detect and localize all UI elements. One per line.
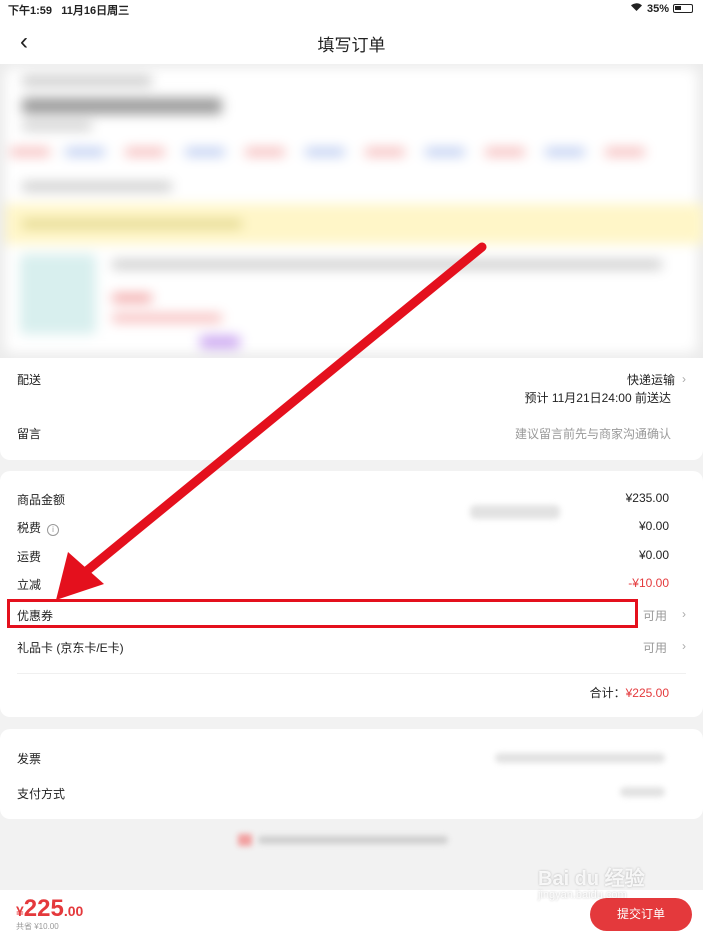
blurred-agreement: [238, 834, 448, 846]
shipping-label: 运费: [17, 550, 42, 564]
highlight-box: [7, 599, 638, 628]
status-time: 下午1:59 11月16日周三: [8, 2, 129, 18]
payment-method-label: 支付方式: [17, 787, 66, 801]
battery-icon: [673, 4, 693, 13]
saved-amount: 共省 ¥10.00: [16, 922, 59, 931]
wifi-icon: [630, 2, 643, 15]
final-price: ¥225.00: [16, 895, 83, 923]
price-decimal: .00: [63, 903, 84, 919]
goods-amount-label: 商品金额: [17, 493, 66, 507]
note-input[interactable]: 建议留言前先与商家沟通确认: [515, 425, 671, 442]
invoice-label: 发票: [17, 752, 42, 766]
blurred-product-section: [0, 64, 703, 358]
watermark-url: jingyan.baidu.com: [538, 889, 627, 901]
price-summary-card: 商品金额 ¥235.00 税费 i ¥0.00 运费 ¥0.00 立减 -¥10.…: [0, 471, 703, 717]
chevron-right-icon[interactable]: ›: [682, 639, 686, 653]
discount-value: -¥10.00: [628, 576, 669, 590]
status-time-text: 下午1:59: [8, 5, 53, 17]
nav-bar: ‹ 填写订单: [0, 18, 703, 64]
shipping-value: ¥0.00: [638, 548, 669, 562]
chevron-right-icon[interactable]: ›: [682, 372, 686, 386]
total-value: ¥225.00: [625, 686, 669, 700]
status-right: 35%: [630, 2, 693, 15]
delivery-label: 配送: [17, 373, 42, 387]
giftcard-value: 可用: [642, 641, 667, 655]
submit-order-button[interactable]: 提交订单: [590, 898, 692, 931]
coupon-value: 可用: [642, 609, 667, 623]
chevron-right-icon[interactable]: ›: [682, 607, 686, 621]
tax-value: ¥0.00: [638, 519, 669, 533]
delivery-method: 快递运输: [626, 373, 675, 387]
battery-level: 35%: [646, 2, 669, 15]
tax-label-text: 税费: [17, 521, 42, 535]
info-icon[interactable]: i: [47, 524, 60, 536]
total-label: 合计：: [589, 686, 626, 700]
price-integer: 225: [23, 895, 64, 922]
goods-amount-value: ¥235.00: [625, 491, 669, 505]
delivery-card: 配送 快递运输 › 预计 11月21日24:00 前送达 留言 建议留言前先与商…: [0, 358, 703, 460]
tax-label: 税费 i: [17, 519, 60, 536]
discount-label: 立减: [17, 578, 42, 592]
currency-symbol: ¥: [16, 903, 24, 919]
invoice-payment-card: 发票 支付方式: [0, 729, 703, 819]
note-label: 留言: [17, 427, 42, 441]
status-date: 11月16日周三: [61, 5, 130, 17]
page-title: 填写订单: [317, 36, 386, 55]
status-bar: 下午1:59 11月16日周三 35%: [0, 0, 703, 18]
delivery-eta: 预计 11月21日24:00 前送达: [524, 391, 671, 405]
giftcard-label: 礼品卡 (京东卡/E卡): [17, 641, 124, 655]
watermark: Bai du 经验 jingyan.baidu.com: [538, 862, 645, 901]
divider: [17, 673, 686, 674]
watermark-brand: Bai du 经验: [538, 868, 645, 890]
